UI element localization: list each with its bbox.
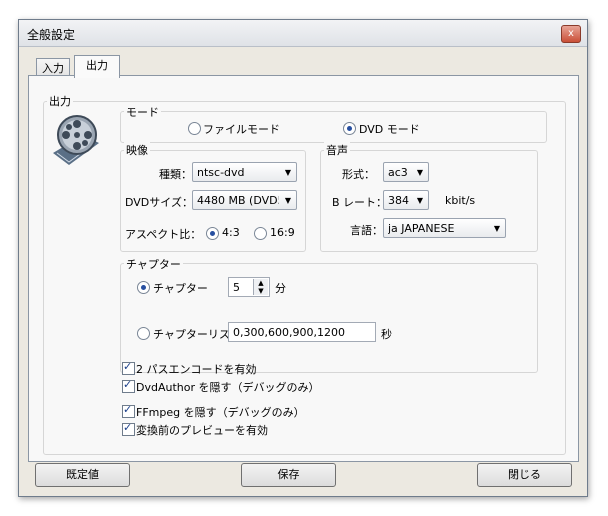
preview-label: 変換前のプレビューを有効 <box>136 424 268 437</box>
hide-dvdauthor-checkbox[interactable] <box>122 378 135 393</box>
aspect-16-9-radio[interactable] <box>254 227 267 240</box>
file-mode-radio[interactable] <box>188 122 201 135</box>
chapter-interval-label: チャプター <box>153 282 208 295</box>
spin-arrows-icon[interactable]: ▲ ▼ <box>253 279 268 295</box>
output-group-label: 出力 <box>47 93 73 109</box>
dvd-mode-label: DVD モード <box>359 123 420 136</box>
bitrate-label: B レート： <box>332 196 388 209</box>
defaults-button-label: 既定値 <box>66 468 99 481</box>
close-button-label: 閉じる <box>508 468 541 481</box>
hide-ffmpeg-checkbox[interactable] <box>122 403 135 418</box>
language-label: 言語： <box>350 224 383 237</box>
dvd-size-select[interactable]: 4480 MB (DVD5 ▼ <box>192 190 297 210</box>
save-button-label: 保存 <box>277 468 300 481</box>
chapter-list-input[interactable]: 0,300,600,900,1200 <box>228 322 376 342</box>
language-value: ja JAPANESE <box>388 222 455 235</box>
mode-group-label: モード <box>124 104 161 120</box>
hide-ffmpeg-label: FFmpeg を隠す（デバッグのみ） <box>136 406 305 419</box>
close-button[interactable]: 閉じる <box>477 463 572 487</box>
aspect-16-9-label: 16:9 <box>270 226 295 239</box>
audio-group-label: 音声 <box>324 142 350 158</box>
chapter-list-radio[interactable] <box>137 327 150 340</box>
tab-output-label: 出力 <box>86 59 108 72</box>
two-pass-label: 2 パスエンコードを有効 <box>136 363 257 376</box>
title-bar[interactable]: 全般設定 x <box>19 20 587 47</box>
chevron-down-icon: ▼ <box>493 224 500 233</box>
defaults-button[interactable]: 既定値 <box>35 463 130 487</box>
settings-window: 全般設定 x 入力 出力 出力 モード ファイルモード DVD モード 映像 種… <box>18 19 588 497</box>
chapter-interval-radio[interactable] <box>137 281 150 294</box>
mode-group <box>120 111 547 143</box>
video-type-label: 種類： <box>159 168 192 181</box>
output-tab-panel: 出力 モード ファイルモード DVD モード 映像 種類： ntsc-dvd ▼… <box>28 75 579 462</box>
preview-checkbox[interactable] <box>122 421 135 436</box>
audio-format-label: 形式： <box>342 168 375 181</box>
audio-format-value: ac3 <box>388 166 408 179</box>
bitrate-unit: kbit/s <box>445 194 476 207</box>
chapter-list-value: 0,300,600,900,1200 <box>233 326 345 339</box>
chapter-interval-unit: 分 <box>275 282 286 295</box>
dvd-size-label: DVDサイズ： <box>125 196 193 209</box>
video-group-label: 映像 <box>124 142 150 158</box>
language-select[interactable]: ja JAPANESE ▼ <box>383 218 506 238</box>
aspect-4-3-label: 4:3 <box>222 226 240 239</box>
close-icon: x <box>568 28 574 39</box>
chapter-list-unit: 秒 <box>381 328 392 341</box>
chapter-interval-stepper[interactable]: 5 ▲ ▼ <box>228 277 270 297</box>
chevron-down-icon: ▼ <box>416 168 423 177</box>
chevron-down-icon: ▼ <box>284 196 291 205</box>
bitrate-value: 384 <box>388 194 409 207</box>
chapter-group-label: チャプター <box>124 256 183 272</box>
save-button[interactable]: 保存 <box>241 463 336 487</box>
chevron-down-icon: ▼ <box>416 196 423 205</box>
bitrate-select[interactable]: 384 ▼ <box>383 190 429 210</box>
audio-format-select[interactable]: ac3 ▼ <box>383 162 429 182</box>
window-title: 全般設定 <box>27 28 76 42</box>
two-pass-checkbox[interactable] <box>122 360 135 375</box>
close-window-button[interactable]: x <box>561 25 581 43</box>
dvd-mode-radio[interactable] <box>343 122 356 135</box>
aspect-ratio-label: アスペクト比： <box>125 228 202 241</box>
tab-output[interactable]: 出力 <box>74 55 120 78</box>
aspect-4-3-radio[interactable] <box>206 227 219 240</box>
film-reel-icon <box>53 115 99 165</box>
file-mode-label: ファイルモード <box>203 123 280 136</box>
hide-dvdauthor-label: DvdAuthor を隠す（デバッグのみ） <box>136 381 320 394</box>
chevron-down-icon: ▼ <box>284 168 291 177</box>
dvd-size-value: 4480 MB (DVD5 <box>197 194 279 207</box>
video-type-select[interactable]: ntsc-dvd ▼ <box>192 162 297 182</box>
chapter-interval-value: 5 <box>233 281 240 294</box>
tab-input-label: 入力 <box>42 62 64 75</box>
video-type-value: ntsc-dvd <box>197 166 245 179</box>
